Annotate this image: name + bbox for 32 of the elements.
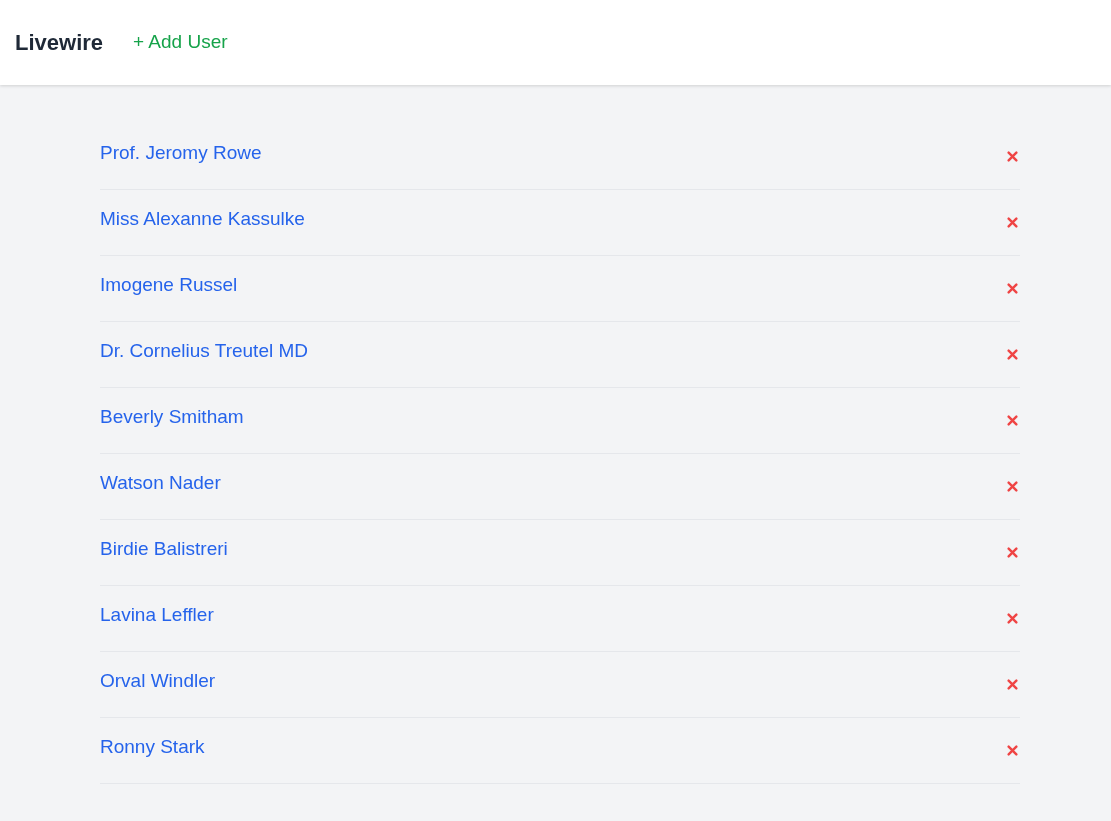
add-user-link[interactable]: + Add User bbox=[133, 28, 228, 57]
delete-button[interactable] bbox=[1007, 547, 1018, 558]
delete-button[interactable] bbox=[1007, 679, 1018, 690]
delete-button[interactable] bbox=[1007, 151, 1018, 162]
brand-title: Livewire bbox=[15, 29, 104, 57]
delete-button[interactable] bbox=[1007, 481, 1018, 492]
close-icon bbox=[1007, 613, 1018, 624]
user-name-link[interactable]: Dr. Cornelius Treutel MD bbox=[100, 337, 308, 366]
delete-button[interactable] bbox=[1007, 415, 1018, 426]
user-name-link[interactable]: Birdie Balistreri bbox=[100, 535, 228, 564]
delete-button[interactable] bbox=[1007, 745, 1018, 756]
user-name-link[interactable]: Ronny Stark bbox=[100, 733, 205, 762]
close-icon bbox=[1007, 283, 1018, 294]
user-name-link[interactable]: Miss Alexanne Kassulke bbox=[100, 205, 305, 234]
delete-button[interactable] bbox=[1007, 283, 1018, 294]
close-icon bbox=[1007, 547, 1018, 558]
close-icon bbox=[1007, 481, 1018, 492]
close-icon bbox=[1007, 415, 1018, 426]
user-name-link[interactable]: Orval Windler bbox=[100, 667, 216, 696]
close-icon bbox=[1007, 745, 1018, 756]
close-icon bbox=[1007, 349, 1018, 360]
user-name-link[interactable]: Imogene Russel bbox=[100, 271, 238, 300]
delete-button[interactable] bbox=[1007, 217, 1018, 228]
user-name-link[interactable]: Watson Nader bbox=[100, 469, 221, 498]
close-icon bbox=[1007, 679, 1018, 690]
close-icon bbox=[1007, 151, 1018, 162]
delete-button[interactable] bbox=[1007, 613, 1018, 624]
delete-button[interactable] bbox=[1007, 349, 1018, 360]
user-name-link[interactable]: Prof. Jeromy Rowe bbox=[100, 139, 262, 168]
user-name-link[interactable]: Beverly Smitham bbox=[100, 403, 244, 432]
user-name-link[interactable]: Lavina Leffler bbox=[100, 601, 214, 630]
close-icon bbox=[1007, 217, 1018, 228]
